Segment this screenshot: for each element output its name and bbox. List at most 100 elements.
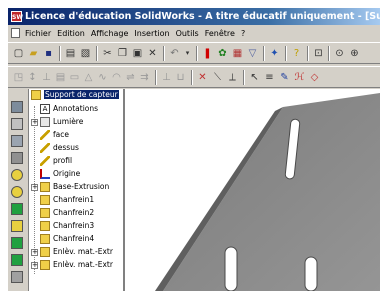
save-icon[interactable]: ▪ xyxy=(42,47,55,60)
extrude-icon[interactable] xyxy=(11,101,23,113)
rectangle-icon[interactable]: ▭ xyxy=(68,71,81,84)
tree-item-chamfer2[interactable]: Chanfrein2 xyxy=(40,207,94,219)
options-icon[interactable]: ✿ xyxy=(216,47,229,60)
perpendicular-icon[interactable]: ⊥ xyxy=(160,71,173,84)
shell-icon[interactable] xyxy=(11,203,23,215)
tree-item-lighting[interactable]: Lumière xyxy=(40,116,83,128)
sketch-icon[interactable]: ◳ xyxy=(12,71,25,84)
tree-item-plane-face[interactable]: face xyxy=(40,129,69,141)
tree-item-label: Chanfrein2 xyxy=(53,208,95,217)
hole-icon[interactable] xyxy=(11,237,23,249)
tree-item-base-extrusion[interactable]: Base-Extrusion xyxy=(40,181,109,193)
feature-icon xyxy=(40,247,50,257)
graphics-area[interactable] xyxy=(125,89,380,291)
curve-icon[interactable]: ∿ xyxy=(96,71,109,84)
title-bar[interactable]: SW Licence d'éducation SolidWorks - A tit… xyxy=(8,8,380,25)
zoom-in-icon[interactable]: ⊕ xyxy=(348,47,361,60)
solidworks-app-icon: SW xyxy=(11,11,23,22)
draft-icon[interactable] xyxy=(11,220,23,232)
screen: SW Licence d'éducation SolidWorks - A tit… xyxy=(0,0,380,291)
loft-icon[interactable] xyxy=(11,152,23,164)
revolve-icon[interactable] xyxy=(11,118,23,130)
tree-item-annotations[interactable]: A Annotations xyxy=(40,103,98,115)
chamfer-icon[interactable] xyxy=(11,186,23,198)
mirror-feature-icon[interactable] xyxy=(11,271,23,283)
toolbar-separator xyxy=(163,46,165,61)
menu-fichier[interactable]: Fichier xyxy=(22,26,54,41)
zoom-area-icon[interactable]: ⊙ xyxy=(333,47,346,60)
expand-toggle[interactable]: + xyxy=(31,249,38,256)
mirror-icon[interactable]: ⇌ xyxy=(124,71,137,84)
centerline-icon[interactable]: ⟂ xyxy=(226,71,239,84)
select-arrow-icon[interactable]: ↖ xyxy=(248,71,261,84)
relation-icon[interactable]: ⊥ xyxy=(40,71,53,84)
smart-dimension-icon[interactable]: ✕ xyxy=(196,71,209,84)
dimension-icon[interactable]: ↕ xyxy=(26,71,39,84)
offset-icon[interactable]: ⇉ xyxy=(138,71,151,84)
cut-icon[interactable]: ✂ xyxy=(101,47,114,60)
tree-root[interactable]: Support de capteur xyxy=(31,89,119,101)
tree-item-chamfer4[interactable]: Chanfrein4 xyxy=(40,233,94,245)
sweep-icon[interactable] xyxy=(11,135,23,147)
tree-item-plane-right[interactable]: profil xyxy=(40,155,72,167)
sketch-entities-icon[interactable]: ℋ xyxy=(293,71,306,84)
tree-item-cut-extrude-1[interactable]: Enlèv. mat.-Extr xyxy=(40,246,113,258)
menu-insertion[interactable]: Insertion xyxy=(131,26,172,41)
expand-toggle[interactable]: + xyxy=(31,262,38,269)
open-folder-icon[interactable]: ▰ xyxy=(27,47,40,60)
new-document-icon[interactable]: ▢ xyxy=(12,47,25,60)
print-preview-icon[interactable]: ▧ xyxy=(79,47,92,60)
menu-fenetre[interactable]: Fenêtre xyxy=(202,26,238,41)
undo-dropdown-icon[interactable]: ▾ xyxy=(181,47,194,60)
rebuild-icon[interactable]: ❚ xyxy=(201,47,214,60)
menu-affichage[interactable]: Affichage xyxy=(88,26,132,41)
triangle-icon[interactable]: △ xyxy=(82,71,95,84)
print-icon[interactable]: ▤ xyxy=(64,47,77,60)
feature-icon xyxy=(40,208,50,218)
menu-outils[interactable]: Outils xyxy=(173,26,202,41)
feature-icon xyxy=(40,260,50,270)
tree-item-label: Enlèv. mat.-Extr xyxy=(53,260,113,269)
arc-icon[interactable]: ◠ xyxy=(110,71,123,84)
help-icon[interactable]: ? xyxy=(290,47,303,60)
zoom-fit-icon[interactable]: ⊡ xyxy=(312,47,325,60)
tree-root-label: Support de capteur xyxy=(44,90,119,99)
expand-toggle[interactable]: + xyxy=(31,184,38,191)
origin-icon xyxy=(40,169,50,179)
parallel-icon[interactable]: ⊔ xyxy=(174,71,187,84)
fillet-icon[interactable] xyxy=(11,169,23,181)
undo-icon[interactable]: ↶ xyxy=(168,47,181,60)
tree-item-label: Annotations xyxy=(53,104,99,113)
menu-help[interactable]: ? xyxy=(238,26,248,41)
eraser-icon[interactable]: ◇ xyxy=(308,71,321,84)
toolbar-separator xyxy=(263,46,265,61)
copy-icon[interactable]: ❐ xyxy=(116,47,129,60)
tree-item-chamfer1[interactable]: Chanfrein1 xyxy=(40,194,94,206)
web-icon[interactable]: ✦ xyxy=(268,47,281,60)
lighting-icon xyxy=(40,117,50,127)
plane-icon xyxy=(40,156,50,166)
pattern-icon[interactable] xyxy=(11,254,23,266)
document-icon[interactable] xyxy=(11,28,20,38)
delete-icon[interactable]: ✕ xyxy=(146,47,159,60)
line-icon[interactable]: ⟍ xyxy=(211,71,224,84)
menu-edition[interactable]: Edition xyxy=(54,26,88,41)
grid-snap-icon[interactable]: ▤ xyxy=(54,71,67,84)
tree-item-chamfer3[interactable]: Chanfrein3 xyxy=(40,220,94,232)
tree-item-label: profil xyxy=(53,156,73,165)
tree-item-origin[interactable]: Origine xyxy=(40,168,80,180)
paste-icon[interactable]: ▣ xyxy=(131,47,144,60)
tree-item-cut-extrude-2[interactable]: Enlèv. mat.-Extr xyxy=(40,259,113,271)
sketch-toolbar: ◳ ↕ ⊥ ▤ ▭ △ ∿ ◠ ⇌ ⇉ ⊥ ⊔ ✕ ⟍ ⟂ ↖ ≡ ✎ ℋ ◇ xyxy=(8,66,380,88)
part-model xyxy=(155,93,380,291)
toolbar-separator xyxy=(155,70,157,85)
toolbar-separator xyxy=(191,70,193,85)
filter-icon[interactable]: ▽ xyxy=(246,47,259,60)
expand-toggle[interactable]: + xyxy=(31,119,38,126)
tree-item-plane-top[interactable]: dessus xyxy=(40,142,79,154)
display-list-icon[interactable]: ≡ xyxy=(263,71,276,84)
grid-icon[interactable]: ▦ xyxy=(231,47,244,60)
tree-item-label: Chanfrein1 xyxy=(53,195,95,204)
edit-sketch-icon[interactable]: ✎ xyxy=(278,71,291,84)
standard-toolbar: ▢ ▰ ▪ ▤ ▧ ✂ ❐ ▣ ✕ ↶ ▾ ❚ ✿ ▦ ▽ ✦ ? ⊡ ⊙ ⊕ xyxy=(8,42,380,64)
